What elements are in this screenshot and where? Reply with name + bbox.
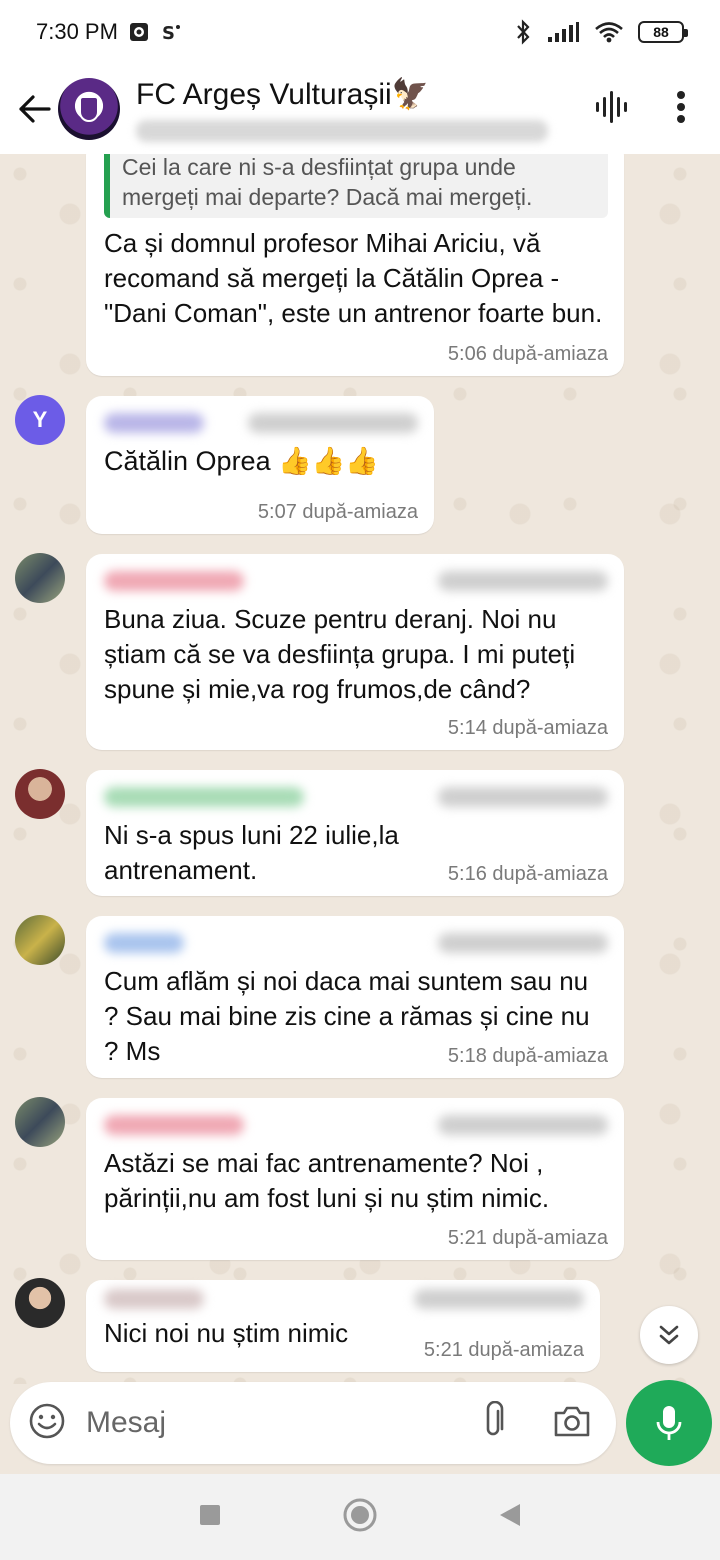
message-text: Ca și domnul profesor Mihai Ariciu, vă r…	[104, 228, 603, 328]
group-title: FC Argeș Vulturașii🦅	[136, 77, 429, 111]
voice-call-button[interactable]	[594, 89, 630, 130]
group-avatar[interactable]	[58, 78, 120, 140]
group-info[interactable]: FC Argeș Vulturașii🦅	[136, 77, 594, 142]
sender-phone-blurred	[438, 933, 608, 953]
system-nav-bar	[0, 1474, 720, 1560]
message-text: Cătălin Oprea 👍👍👍	[104, 446, 379, 476]
screen-record-icon	[128, 21, 150, 43]
arrow-left-icon	[19, 95, 51, 123]
status-bar: 7:30 PM S 88	[0, 0, 720, 64]
message-text: Ni s-a spus luni 22 iulie,la antrenament…	[104, 820, 399, 885]
message-bubble[interactable]: Astăzi se mai fac antrenamente? Noi , pă…	[86, 1098, 624, 1260]
sender-avatar[interactable]: Y	[15, 395, 65, 445]
sender-phone-blurred	[414, 1289, 584, 1309]
app-notification-icon: S	[160, 21, 182, 43]
sender-avatar[interactable]	[15, 915, 65, 965]
wifi-icon	[594, 21, 624, 43]
message-time: 5:21 după-amiaza	[447, 1227, 608, 1249]
camera-icon	[554, 1406, 590, 1436]
message-time: 5:18 după-amiaza	[447, 1045, 608, 1067]
message-bubble[interactable]: Cum aflăm și noi daca mai suntem sau nu …	[86, 916, 624, 1078]
battery-icon: 88	[638, 21, 688, 43]
sender-name-blurred	[104, 413, 204, 433]
emoji-icon	[29, 1403, 65, 1438]
sender-phone-blurred	[248, 413, 418, 433]
signal-icon	[546, 21, 580, 43]
attach-button[interactable]	[480, 1400, 506, 1446]
sender-name-blurred	[104, 1115, 244, 1135]
bluetooth-icon	[514, 19, 532, 45]
message-input-bar	[10, 1382, 616, 1464]
club-crest-icon	[79, 96, 99, 122]
paperclip-icon	[486, 1400, 504, 1435]
more-vert-icon	[677, 90, 685, 123]
camera-button[interactable]	[552, 1404, 592, 1443]
sender-avatar[interactable]	[15, 1278, 65, 1328]
message-text: Buna ziua. Scuze pentru deranj. Noi nu ș…	[104, 604, 576, 704]
square-icon	[200, 1504, 220, 1525]
voice-message-button[interactable]	[626, 1380, 712, 1466]
message-time: 5:16 după-amiaza	[447, 863, 608, 885]
sender-name-blurred	[104, 571, 244, 591]
sender-avatar[interactable]	[15, 1097, 65, 1147]
back-button[interactable]	[14, 79, 54, 139]
back-nav-button[interactable]	[498, 1502, 522, 1533]
message-time: 5:14 după-amiaza	[447, 717, 608, 739]
avatar-letter: Y	[32, 407, 48, 432]
recents-button[interactable]	[198, 1503, 222, 1532]
sender-name-blurred	[104, 787, 304, 807]
more-options-button[interactable]	[676, 90, 686, 129]
battery-level: 88	[653, 24, 669, 40]
sender-name-blurred	[104, 1289, 204, 1309]
audio-waveform-icon	[596, 90, 627, 123]
message-bubble[interactable]: Cei la care ni s-a desființat grupa unde…	[86, 154, 624, 376]
status-time: 7:30 PM	[36, 19, 118, 44]
message-text: Astăzi se mai fac antrenamente? Noi , pă…	[104, 1148, 550, 1213]
chat-area[interactable]: Cei la care ni s-a desființat grupa unde…	[0, 154, 720, 1384]
chat-header: FC Argeș Vulturașii🦅	[0, 64, 720, 154]
circle-icon	[343, 1498, 377, 1531]
microphone-icon	[656, 1406, 682, 1440]
sender-avatar[interactable]	[15, 769, 65, 819]
home-button[interactable]	[342, 1497, 378, 1538]
triangle-back-icon	[500, 1503, 520, 1526]
sender-avatar[interactable]	[15, 553, 65, 603]
message-bubble[interactable]: Nici noi nu știm nimic 5:21 după-amiaza	[86, 1280, 600, 1372]
sender-phone-blurred	[438, 571, 608, 591]
group-members-blurred	[136, 119, 548, 142]
svg-text:S: S	[162, 23, 175, 43]
scroll-to-bottom-button[interactable]	[640, 1306, 698, 1364]
sender-phone-blurred	[438, 787, 608, 807]
message-time: 5:07 după-amiaza	[257, 501, 418, 523]
emoji-button[interactable]	[28, 1402, 66, 1445]
quoted-message[interactable]: Cei la care ni s-a desființat grupa unde…	[104, 154, 608, 218]
sender-phone-blurred	[438, 1115, 608, 1135]
message-time: 5:06 după-amiaza	[447, 343, 608, 365]
message-input[interactable]	[86, 1406, 480, 1440]
sender-name-blurred	[104, 933, 184, 953]
message-bubble[interactable]: Cătălin Oprea 👍👍👍 5:07 după-amiaza	[86, 396, 434, 534]
double-chevron-down-icon	[659, 1325, 679, 1345]
message-time: 5:21 după-amiaza	[423, 1339, 584, 1361]
message-bubble[interactable]: Ni s-a spus luni 22 iulie,la antrenament…	[86, 770, 624, 896]
message-bubble[interactable]: Buna ziua. Scuze pentru deranj. Noi nu ș…	[86, 554, 624, 750]
